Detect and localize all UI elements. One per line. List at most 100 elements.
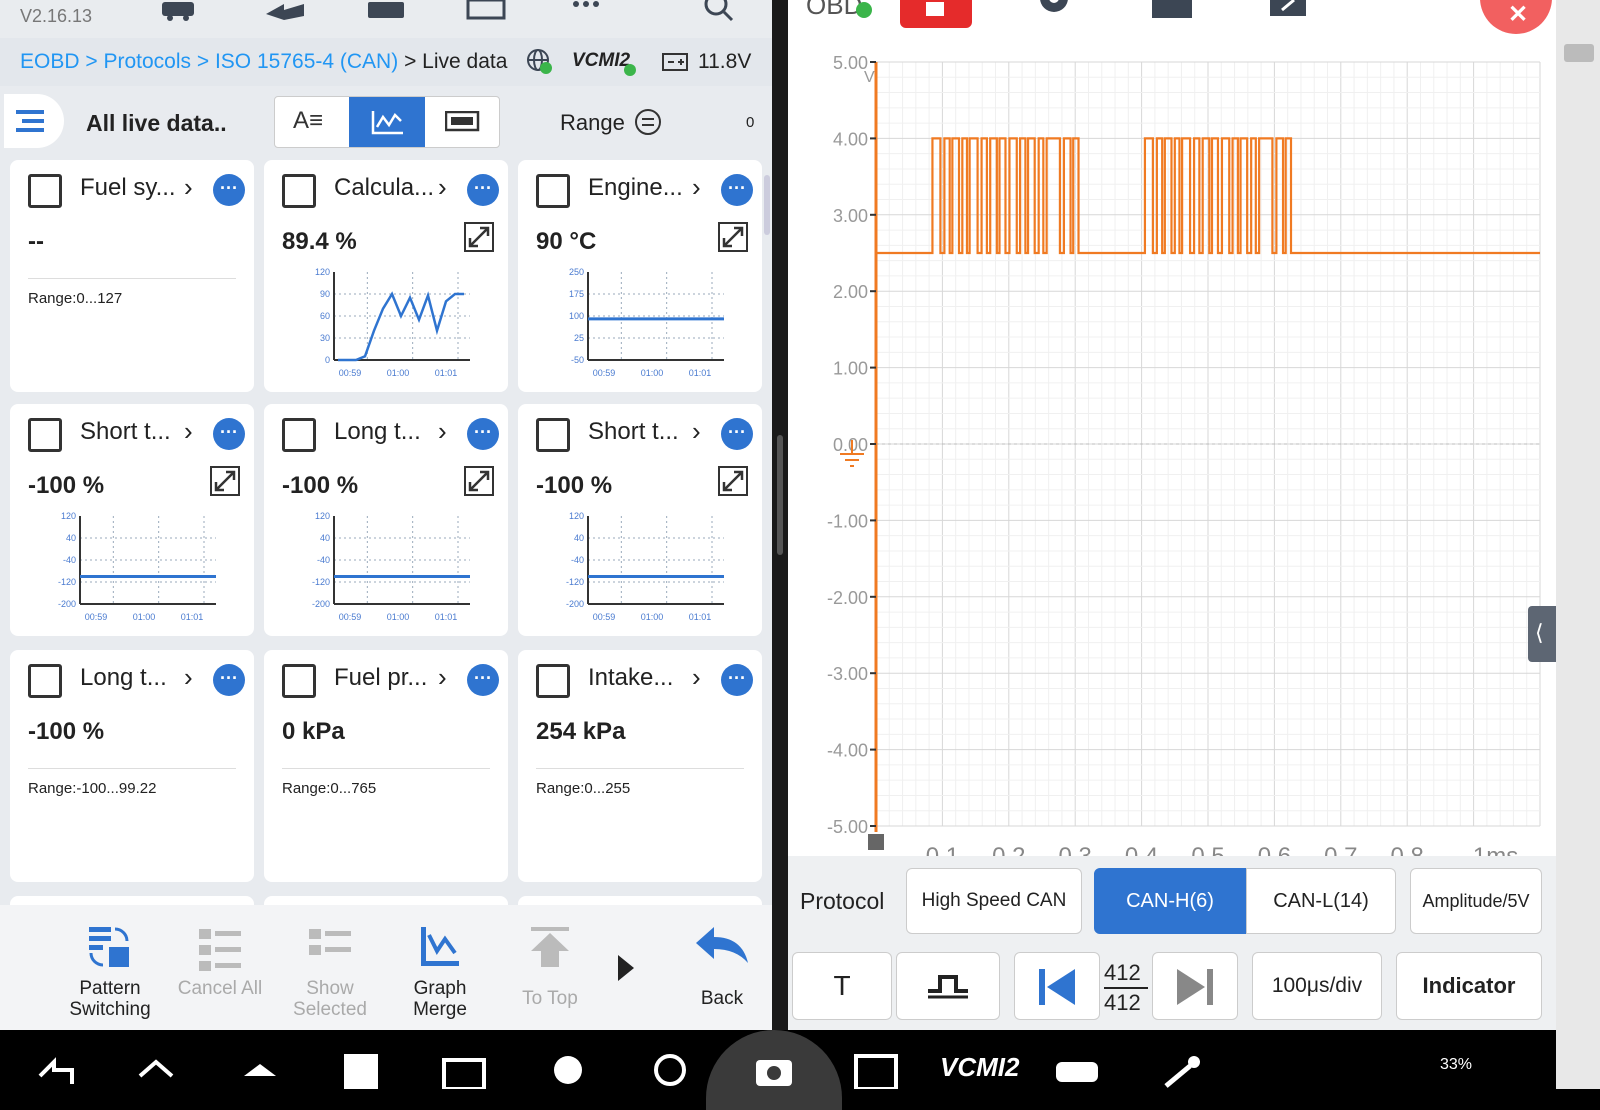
chevron-right-icon[interactable]: › — [692, 662, 701, 693]
pattern-switching-button[interactable]: Pattern Switching — [60, 923, 160, 1020]
more-options-icon[interactable]: ··· — [213, 664, 245, 696]
trigger-button[interactable]: T — [792, 952, 892, 1020]
chevron-right-icon[interactable]: › — [438, 172, 447, 203]
more-options-icon[interactable]: ··· — [213, 418, 245, 450]
camera-button[interactable] — [706, 1030, 842, 1110]
cancel-all-button[interactable]: Cancel All — [170, 923, 270, 999]
select-checkbox[interactable] — [28, 418, 62, 452]
vci-status-icon[interactable] — [548, 1050, 588, 1089]
more-options-icon[interactable]: ··· — [721, 664, 753, 696]
search-icon[interactable] — [700, 0, 740, 22]
gallery-icon[interactable] — [852, 1050, 902, 1089]
expand-icon[interactable] — [718, 222, 748, 252]
text-view-tab[interactable]: A≡ — [275, 97, 349, 147]
screen-icon[interactable] — [466, 0, 512, 22]
car-icon[interactable] — [158, 0, 208, 22]
more-options-icon[interactable]: ··· — [467, 174, 499, 206]
more-options-icon[interactable]: ··· — [721, 418, 753, 450]
scope-controls: Protocol High Speed CAN CAN-H(6) CAN-L(1… — [788, 856, 1556, 1030]
expand-icon[interactable] — [718, 466, 748, 496]
settings-icon[interactable] — [1032, 0, 1076, 20]
graph-view-tab[interactable] — [349, 97, 425, 147]
y-tick-label: 40 — [574, 533, 584, 543]
amplitude-button[interactable]: Amplitude/5V — [1410, 868, 1542, 934]
range-toggle-icon[interactable] — [634, 108, 664, 138]
expand-icon[interactable] — [464, 466, 494, 496]
chevron-right-icon[interactable]: › — [184, 662, 193, 693]
edge-trigger-button[interactable] — [896, 952, 1000, 1020]
live-data-card[interactable]: Engine... › ··· 90 °C 250 175 100 25 -50 00:59… — [518, 160, 762, 392]
back-button[interactable]: Back — [672, 923, 772, 1009]
channel-can-h-tab[interactable]: CAN-H(6) — [1094, 868, 1246, 934]
channel-can-l-tab[interactable]: CAN-L(14) — [1246, 868, 1396, 934]
show-selected-button[interactable]: Show Selected — [280, 923, 380, 1020]
nav-apps-icon[interactable] — [240, 1052, 280, 1089]
timebase-button[interactable]: 100μs/div — [1252, 952, 1382, 1020]
live-data-card[interactable]: Intake... › ··· 254 kPa Range:0...255 — [518, 650, 762, 882]
live-data-card[interactable]: Fuel pr... › ··· 0 kPa Range:0...765 — [264, 650, 508, 882]
live-data-card[interactable]: Calcula... › ··· 89.4 % 120 90 60 30 0 00:59 01… — [264, 160, 508, 392]
screenshot-icon[interactable] — [440, 1052, 490, 1089]
car-status-icon[interactable] — [1052, 1050, 1102, 1089]
nav-recent-icon[interactable] — [344, 1054, 378, 1089]
vci-connected-icon — [624, 64, 636, 76]
crumb-eobd[interactable]: EOBD — [20, 50, 80, 73]
nav-back-icon[interactable] — [36, 1052, 76, 1089]
scroll-right-icon[interactable] — [616, 953, 636, 983]
gauge-view-tab[interactable] — [425, 97, 501, 147]
live-data-card[interactable]: Long t... › ··· -100 % Range:-100...99.22 — [10, 650, 254, 882]
expand-icon[interactable] — [464, 222, 494, 252]
save-icon[interactable] — [1152, 0, 1192, 18]
select-checkbox[interactable] — [282, 664, 316, 698]
split-handle[interactable] — [777, 435, 783, 555]
to-top-button[interactable]: To Top — [500, 923, 600, 1009]
expand-icon[interactable] — [210, 466, 240, 496]
select-checkbox[interactable] — [536, 174, 570, 208]
select-checkbox[interactable] — [282, 418, 316, 452]
protocol-select[interactable]: High Speed CAN — [906, 868, 1082, 934]
select-checkbox[interactable] — [28, 174, 62, 208]
frame-divider — [1104, 987, 1148, 989]
close-button[interactable]: ✕ — [1480, 0, 1552, 34]
chevron-right-icon[interactable]: › — [184, 172, 193, 203]
tools-icon[interactable] — [1160, 1050, 1210, 1089]
chevron-right-icon[interactable]: › — [438, 662, 447, 693]
indicator-button[interactable]: Indicator — [1396, 952, 1542, 1020]
live-data-card[interactable]: Short t... › ··· -100 % 120 40 -40 -120 -200 0… — [518, 404, 762, 636]
chevron-right-icon[interactable]: › — [438, 416, 447, 447]
last-frame-button[interactable] — [1152, 952, 1238, 1020]
chevron-right-icon[interactable]: › — [692, 172, 701, 203]
live-data-card[interactable]: Fuel sy... › ··· -- Range:0...127 — [10, 160, 254, 392]
live-data-card[interactable]: Long t... › ··· -100 % 120 40 -40 -120 -200 00… — [264, 404, 508, 636]
export-icon[interactable] — [1268, 0, 1312, 20]
graph-merge-button[interactable]: Graph Merge — [390, 923, 490, 1020]
select-checkbox[interactable] — [536, 418, 570, 452]
chevron-right-icon[interactable]: › — [692, 416, 701, 447]
chevron-right-icon[interactable]: › — [184, 416, 193, 447]
crumb-protocols[interactable]: Protocols — [103, 50, 191, 73]
range-label[interactable]: Range — [560, 110, 625, 136]
first-frame-button[interactable] — [1014, 952, 1100, 1020]
select-checkbox[interactable] — [28, 664, 62, 698]
oscilloscope-chart[interactable]: 5.00 4.00 3.00 2.00 1.00 0.00 -1.00 -2.00 -3.00 -… — [788, 40, 1556, 870]
collapse-tab[interactable] — [1564, 44, 1594, 62]
select-checkbox[interactable] — [536, 664, 570, 698]
select-checkbox[interactable] — [282, 174, 316, 208]
print-icon[interactable] — [364, 0, 410, 22]
side-drawer-handle[interactable]: ⟨ — [1528, 606, 1556, 662]
transfer-icon[interactable] — [264, 0, 310, 22]
mini-graph: 120 40 -40 -120 -200 00:59 01:00 01:01 — [58, 511, 216, 622]
more-options-icon[interactable]: ··· — [467, 418, 499, 450]
live-data-card[interactable]: Short t... › ··· -100 % 120 40 -40 -120 -200 0… — [10, 404, 254, 636]
diagnose-icon[interactable] — [650, 1050, 690, 1089]
crumb-iso[interactable]: ISO 15765-4 (CAN) — [215, 50, 398, 73]
graph-merge-icon — [421, 927, 459, 966]
more-options-icon[interactable]: ··· — [213, 174, 245, 206]
scrollbar[interactable] — [764, 175, 770, 235]
stop-button[interactable] — [900, 0, 972, 28]
menu-button[interactable] — [4, 94, 64, 148]
more-options-icon[interactable]: ··· — [467, 664, 499, 696]
more-icon[interactable] — [568, 0, 608, 22]
more-options-icon[interactable]: ··· — [721, 174, 753, 206]
nav-home-icon[interactable] — [136, 1052, 176, 1089]
